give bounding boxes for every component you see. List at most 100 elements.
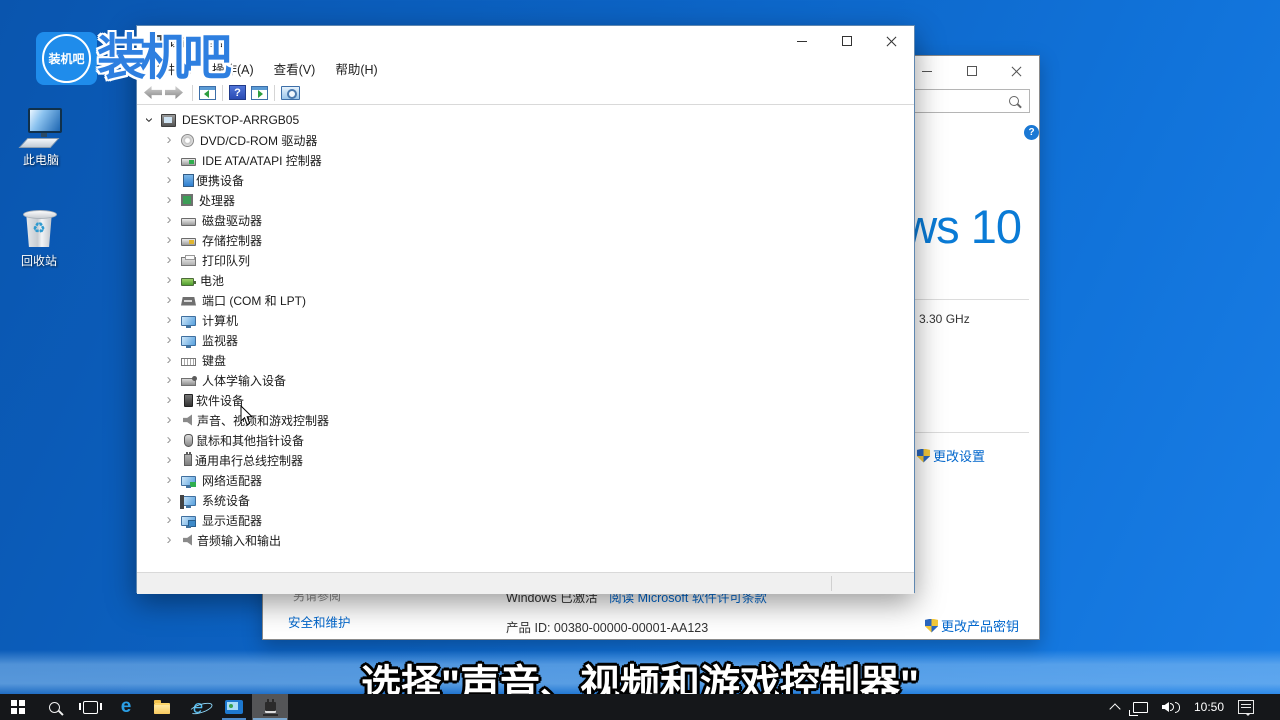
expand-chevron-icon[interactable] bbox=[163, 514, 175, 526]
tree-item-network[interactable]: 网络适配器 bbox=[137, 470, 914, 490]
tree-item-label: 监视器 bbox=[202, 332, 238, 349]
device-manager-icon bbox=[265, 702, 276, 713]
action-pane-icon[interactable] bbox=[251, 86, 268, 100]
toolbar-separator bbox=[274, 85, 275, 101]
task-view-button[interactable] bbox=[72, 694, 108, 720]
expand-chevron-icon[interactable] bbox=[163, 454, 175, 466]
zhuangjiba-app-button[interactable] bbox=[216, 694, 252, 720]
scan-hardware-changes-icon[interactable] bbox=[281, 86, 300, 100]
back-arrow-icon[interactable] bbox=[144, 86, 162, 99]
edge-button[interactable] bbox=[108, 694, 144, 720]
tray-chevron-up-icon[interactable] bbox=[1109, 703, 1120, 714]
tree-item-drive[interactable]: 磁盘驱动器 bbox=[137, 210, 914, 230]
tree-item-label: 显示适配器 bbox=[202, 512, 262, 529]
expand-chevron-icon[interactable] bbox=[163, 174, 175, 186]
dm-minimize-button[interactable] bbox=[779, 26, 824, 56]
tree-item-hid[interactable]: 人体学输入设备 bbox=[137, 370, 914, 390]
console-tree-icon[interactable] bbox=[199, 86, 216, 100]
action-center-icon[interactable] bbox=[1238, 700, 1254, 714]
tree-item-cpu[interactable]: 处理器 bbox=[137, 190, 914, 210]
expand-chevron-icon[interactable] bbox=[163, 534, 175, 546]
network-icon[interactable] bbox=[1133, 702, 1148, 713]
expand-chevron-icon[interactable] bbox=[163, 474, 175, 486]
tree-item-label: DVD/CD-ROM 驱动器 bbox=[200, 132, 317, 149]
zhuangjiba-watermark: 装机吧 bbox=[97, 34, 226, 83]
tree-item-label: 端口 (COM 和 LPT) bbox=[202, 292, 306, 309]
tree-item-port[interactable]: 端口 (COM 和 LPT) bbox=[137, 290, 914, 310]
taskbar-search-button[interactable] bbox=[36, 694, 72, 720]
tree-item-speaker[interactable]: 音频输入和输出 bbox=[137, 530, 914, 550]
taskbar-clock[interactable]: 10:50 bbox=[1194, 700, 1224, 714]
tree-item-label: 通用串行总线控制器 bbox=[195, 452, 303, 469]
device-manager-taskbar-button[interactable] bbox=[252, 694, 288, 720]
tree-item-portable[interactable]: 便携设备 bbox=[137, 170, 914, 190]
expand-chevron-icon[interactable] bbox=[163, 194, 175, 206]
help-toolbar-icon[interactable]: ? bbox=[229, 85, 246, 100]
device-category-icon bbox=[181, 158, 196, 166]
expand-chevron-icon[interactable] bbox=[163, 294, 175, 306]
device-tree-children: DVD/CD-ROM 驱动器 IDE ATA/ATAPI 控制器 便携设备 处理… bbox=[137, 130, 914, 550]
change-product-key-link[interactable]: 更改产品密钥 bbox=[925, 616, 1019, 635]
expand-chevron-icon[interactable] bbox=[163, 254, 175, 266]
tree-item-monitor[interactable]: 监视器 bbox=[137, 330, 914, 350]
expand-chevron-icon[interactable] bbox=[163, 334, 175, 346]
change-settings-label: 更改设置 bbox=[933, 446, 985, 465]
dm-maximize-button[interactable] bbox=[824, 26, 869, 56]
tree-item-label: 软件设备 bbox=[196, 392, 244, 409]
expand-chevron-icon[interactable] bbox=[163, 314, 175, 326]
expand-chevron-icon[interactable] bbox=[163, 134, 175, 146]
dm-close-button[interactable] bbox=[869, 26, 914, 56]
start-button[interactable] bbox=[0, 694, 36, 720]
tree-item-battery[interactable]: 电池 bbox=[137, 270, 914, 290]
expand-chevron-icon[interactable] bbox=[163, 374, 175, 386]
device-category-icon bbox=[181, 297, 196, 306]
tree-item-keyboard[interactable]: 键盘 bbox=[137, 350, 914, 370]
menu-view[interactable]: 查看(V) bbox=[264, 55, 326, 82]
expand-chevron-icon[interactable] bbox=[163, 414, 175, 426]
expand-chevron-icon[interactable] bbox=[163, 354, 175, 366]
volume-icon[interactable] bbox=[1162, 702, 1180, 713]
tree-item-mouse[interactable]: 鼠标和其他指针设备 bbox=[137, 430, 914, 450]
tree-item-system[interactable]: 系统设备 bbox=[137, 490, 914, 510]
expand-chevron-icon[interactable] bbox=[163, 234, 175, 246]
tree-item-storage[interactable]: 存储控制器 bbox=[137, 230, 914, 250]
forward-arrow-icon[interactable] bbox=[165, 86, 183, 99]
help-circle-icon[interactable]: ? bbox=[1024, 125, 1039, 140]
desktop-icon-this-pc[interactable]: 此电脑 bbox=[6, 108, 76, 168]
device-category-icon bbox=[181, 278, 194, 286]
menu-help[interactable]: 帮助(H) bbox=[325, 55, 387, 82]
expand-chevron-icon[interactable] bbox=[163, 394, 175, 406]
expand-chevron-icon[interactable] bbox=[163, 434, 175, 446]
tree-item-label: 磁盘驱动器 bbox=[202, 212, 262, 229]
device-tree: DESKTOP-ARRGB05 DVD/CD-ROM 驱动器 IDE ATA/A… bbox=[137, 110, 914, 572]
file-explorer-button[interactable] bbox=[144, 694, 180, 720]
device-category-icon bbox=[181, 194, 193, 206]
security-maintenance-link[interactable]: 安全和维护 bbox=[288, 612, 351, 631]
tree-item-ide[interactable]: IDE ATA/ATAPI 控制器 bbox=[137, 150, 914, 170]
tree-item-label: 处理器 bbox=[199, 192, 235, 209]
tree-root-label: DESKTOP-ARRGB05 bbox=[182, 113, 299, 127]
sys-close-button[interactable] bbox=[994, 56, 1039, 86]
tree-item-monitor[interactable]: 计算机 bbox=[137, 310, 914, 330]
tree-root-computer[interactable]: DESKTOP-ARRGB05 bbox=[137, 110, 914, 130]
expand-chevron-icon[interactable] bbox=[163, 274, 175, 286]
tree-item-usb[interactable]: 通用串行总线控制器 bbox=[137, 450, 914, 470]
tree-item-display[interactable]: 显示适配器 bbox=[137, 510, 914, 530]
sys-maximize-button[interactable] bbox=[949, 56, 994, 86]
tree-item-printer[interactable]: 打印队列 bbox=[137, 250, 914, 270]
expand-chevron-icon[interactable] bbox=[163, 214, 175, 226]
device-manager-window: 设备管理器 文件(F) 操作(A) 查看(V) 帮助(H) ? DESKTOP-… bbox=[136, 25, 915, 593]
dm-statusbar bbox=[137, 572, 914, 594]
internet-explorer-button[interactable] bbox=[180, 694, 216, 720]
tree-item-label: 网络适配器 bbox=[202, 472, 262, 489]
taskbar: 10:50 bbox=[0, 694, 1280, 720]
expand-chevron-icon[interactable] bbox=[163, 494, 175, 506]
expand-chevron-icon[interactable] bbox=[163, 154, 175, 166]
tree-item-label: 电池 bbox=[200, 272, 224, 289]
change-settings-link[interactable]: 更改设置 bbox=[917, 446, 985, 465]
recycle-bin-icon: ♻ bbox=[19, 205, 59, 249]
device-category-icon bbox=[181, 496, 196, 506]
desktop-icon-recycle-bin[interactable]: ♻ 回收站 bbox=[4, 205, 74, 269]
tree-item-disc[interactable]: DVD/CD-ROM 驱动器 bbox=[137, 130, 914, 150]
collapse-chevron-icon[interactable] bbox=[143, 114, 155, 126]
